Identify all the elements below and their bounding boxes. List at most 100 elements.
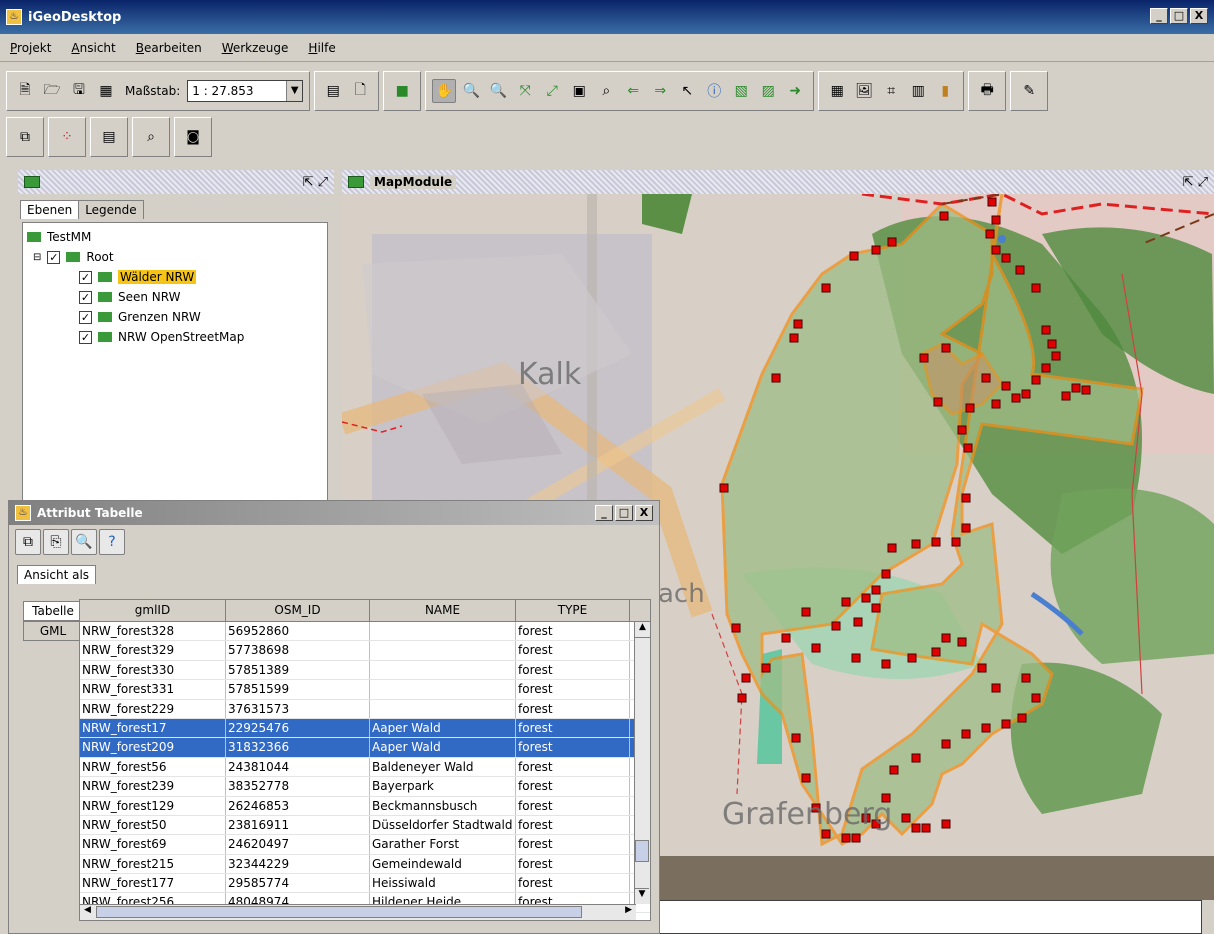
table-row[interactable]: NRW_forest56 24381044 Baldeneyer Wald fores… (80, 757, 650, 778)
table-cell[interactable]: 56952860 (226, 622, 370, 641)
scroll-left-icon[interactable]: ◀ (84, 905, 91, 915)
table-row[interactable]: NRW_forest177 29585774 Heissiwald forest (80, 874, 650, 894)
col-header-name[interactable]: NAME (370, 600, 516, 621)
palette-icon[interactable]: ⁘ (55, 125, 79, 149)
table-cell[interactable]: 38352778 (226, 777, 370, 796)
layer-checkbox[interactable]: ✓ (79, 330, 92, 344)
table-cell[interactable]: NRW_forest17 (80, 718, 226, 738)
maximize-button[interactable]: □ (615, 505, 633, 521)
zoom-out-icon[interactable]: 🔍 (486, 79, 510, 103)
table-export-icon[interactable]: ▥ (906, 79, 930, 103)
table-cell[interactable] (370, 699, 516, 718)
horizontal-scrollbar[interactable]: ◀ ▶ (80, 904, 636, 920)
table-cell[interactable]: forest (516, 699, 630, 718)
menu-hilfe[interactable]: Hilfe (298, 41, 345, 55)
tree-layer-seen[interactable]: ✓ Seen NRW (27, 287, 323, 307)
tree-project[interactable]: TestMM (27, 227, 323, 247)
table-cell[interactable] (370, 660, 516, 680)
zoom-full-icon[interactable]: ⤢ (540, 79, 564, 103)
layer-checkbox[interactable]: ✓ (79, 310, 92, 324)
collapse-icon[interactable]: ⊟ (33, 252, 41, 263)
table-cell[interactable]: 23816911 (226, 815, 370, 835)
new-document-icon[interactable]: 🗋 (348, 79, 372, 103)
layer-checkbox[interactable]: ✓ (79, 290, 92, 304)
tab-legende[interactable]: Legende (78, 200, 144, 219)
table-cell[interactable]: NRW_forest328 (80, 622, 226, 641)
zoom-selection-icon[interactable]: ⌕ (594, 79, 618, 103)
table-cell[interactable]: NRW_forest215 (80, 854, 226, 874)
table-row[interactable]: NRW_forest17 22925476 Aaper Wald forest (80, 718, 650, 739)
scroll-down-icon[interactable]: ▼ (635, 888, 649, 904)
sheet-icon[interactable]: ▤ (97, 125, 121, 149)
col-header-gmlid[interactable]: gmlID (80, 600, 226, 621)
edit-pencil-icon[interactable]: ✎ (1017, 79, 1041, 103)
table-cell[interactable]: forest (516, 718, 630, 738)
info-icon[interactable]: ⓘ (702, 79, 726, 103)
table-cell[interactable]: NRW_forest50 (80, 815, 226, 835)
table-row[interactable]: NRW_forest209 31832366 Aaper Wald forest (80, 738, 650, 758)
wkt-icon[interactable]: ⌗ (879, 79, 903, 103)
tree-layer-osm[interactable]: ✓ NRW OpenStreetMap (27, 327, 323, 347)
help-icon[interactable]: ? (99, 529, 125, 555)
menu-werkzeuge[interactable]: Werkzeuge (212, 41, 299, 55)
zoom-extent-icon[interactable]: ⤧ (513, 79, 537, 103)
table-cell[interactable]: Düsseldorfer Stadtwald (370, 815, 516, 835)
save-project-icon[interactable]: 🖫 (67, 79, 91, 103)
arrow-left-icon[interactable]: ⇐ (621, 79, 645, 103)
table-cell[interactable]: NRW_forest330 (80, 660, 226, 680)
tree-layer-waelder[interactable]: ✓ Wälder NRW (27, 267, 323, 287)
table-cell[interactable]: Garather Forst (370, 835, 516, 854)
close-button[interactable]: X (1190, 8, 1208, 24)
table-cell[interactable]: 24620497 (226, 835, 370, 854)
table-row[interactable]: NRW_forest330 57851389 forest (80, 660, 650, 681)
minimize-button[interactable]: _ (1150, 8, 1168, 24)
table-cell[interactable]: NRW_forest129 (80, 796, 226, 815)
table-cell[interactable]: NRW_forest329 (80, 641, 226, 660)
layout-icon[interactable]: ▦ (94, 79, 118, 103)
table-cell[interactable]: forest (516, 680, 630, 699)
table-cell[interactable]: 24381044 (226, 757, 370, 777)
scroll-right-icon[interactable]: ▶ (625, 905, 632, 915)
image-export-icon[interactable]: 🖼 (852, 79, 876, 103)
table-cell[interactable]: forest (516, 835, 630, 854)
arrow-right-icon[interactable]: ⇒ (648, 79, 672, 103)
layer-checkbox[interactable]: ✓ (79, 270, 92, 284)
menu-projekt[interactable]: Projekt (0, 41, 61, 55)
inspect-icon[interactable]: ⌕ (139, 125, 163, 149)
table-cell[interactable]: Heissiwald (370, 874, 516, 893)
table-cell[interactable]: NRW_forest239 (80, 777, 226, 796)
layer-props-icon[interactable]: ▨ (756, 79, 780, 103)
raster-icon[interactable]: ▦ (825, 79, 849, 103)
table-cell[interactable]: NRW_forest69 (80, 835, 226, 854)
table-cell[interactable]: Bayerpark (370, 777, 516, 796)
table-cell[interactable]: forest (516, 815, 630, 835)
zoom-layer-icon[interactable]: ▣ (567, 79, 591, 103)
table-cell[interactable]: forest (516, 660, 630, 680)
undock-icon[interactable]: ⇱ ⤢ (303, 175, 328, 190)
hscroll-thumb[interactable] (96, 906, 582, 918)
table-cell[interactable]: 29585774 (226, 874, 370, 893)
table-cell[interactable]: NRW_forest331 (80, 680, 226, 699)
table-cell[interactable]: 37631573 (226, 699, 370, 718)
table-row[interactable]: NRW_forest329 57738698 forest (80, 641, 650, 661)
close-button[interactable]: X (635, 505, 653, 521)
table-cell[interactable] (370, 622, 516, 641)
table-cell[interactable]: forest (516, 777, 630, 796)
table-row[interactable]: NRW_forest328 56952860 forest (80, 622, 650, 642)
menu-ansicht[interactable]: Ansicht (61, 41, 125, 55)
export-layer-icon[interactable]: ➜ (783, 79, 807, 103)
table-cell[interactable]: NRW_forest229 (80, 699, 226, 718)
table-row[interactable]: NRW_forest215 32344229 Gemeindewald forest (80, 854, 650, 875)
table-cell[interactable]: NRW_forest177 (80, 874, 226, 893)
table-cell[interactable]: Aaper Wald (370, 738, 516, 757)
table-cell[interactable]: Gemeindewald (370, 854, 516, 874)
menu-bearbeiten[interactable]: Bearbeiten (126, 41, 212, 55)
open-project-icon[interactable]: 🗁 (40, 79, 64, 103)
table-cell[interactable]: forest (516, 854, 630, 874)
add-layer-icon[interactable]: ■ (390, 79, 414, 103)
table-row[interactable]: NRW_forest129 26246853 Beckmannsbusch fores… (80, 796, 650, 816)
table-cell[interactable]: 57738698 (226, 641, 370, 660)
new-project-icon[interactable]: 🗎 (13, 79, 37, 103)
document-icon[interactable]: ▤ (321, 79, 345, 103)
copy-layer-icon[interactable]: ▧ (729, 79, 753, 103)
